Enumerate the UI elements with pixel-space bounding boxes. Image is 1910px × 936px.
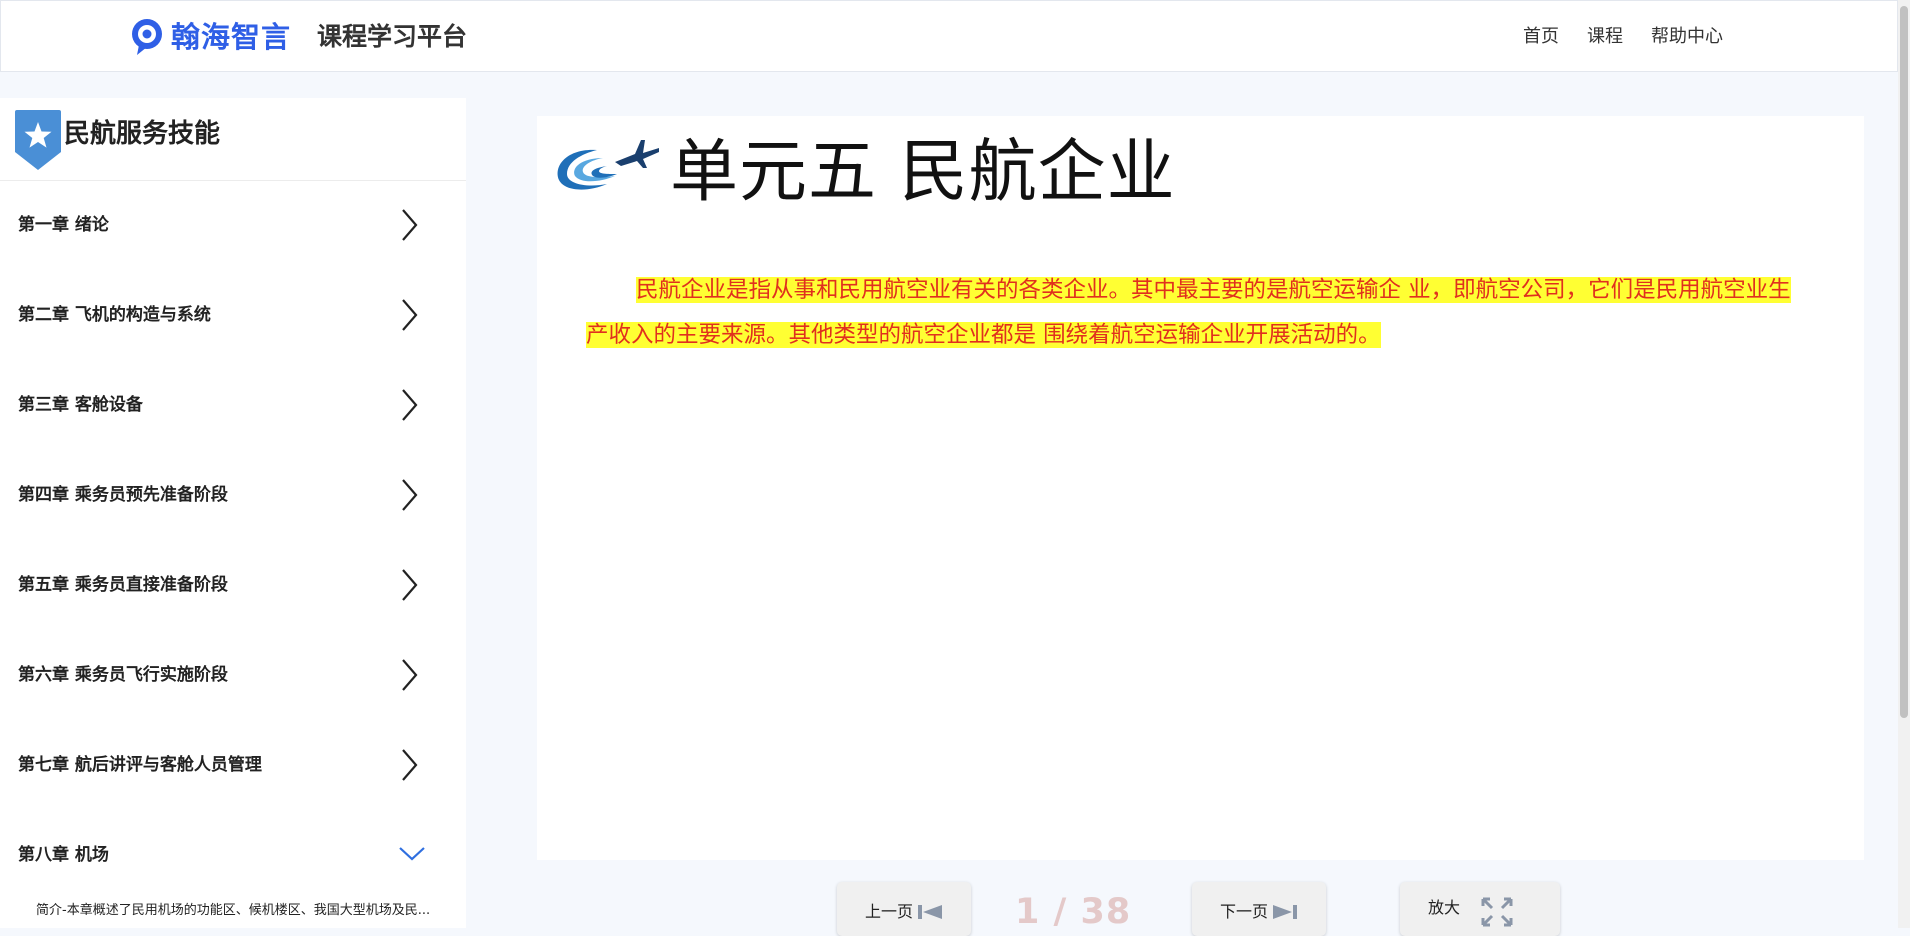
chapter-intro-item[interactable]: 简介-本章概述了民用机场的功能区、候机楼区、我国大型机场及民... [36,902,456,920]
page-scrollbar-thumb[interactable] [1900,6,1908,718]
skip-forward-icon [1273,905,1297,919]
expand-icon [1481,897,1513,927]
chapter-label: 第六章 乘务员飞行实施阶段 [18,665,228,685]
chevron-right-icon [402,299,418,331]
prev-page-label: 上一页 [865,902,914,921]
skip-back-icon [918,905,942,919]
next-page-label: 下一页 [1220,902,1269,921]
chapter-item-7[interactable]: 第七章 航后讲评与客舱人员管理 [0,720,466,810]
chapter-label: 第二章 飞机的构造与系统 [18,305,211,325]
chevron-right-icon [402,209,418,241]
chapter-item-3[interactable]: 第三章 客舱设备 [0,360,466,450]
course-title: 民航服务技能 [64,119,221,149]
chevron-right-icon [402,569,418,601]
top-header: 翰海智言 课程学习平台 首页 课程 帮助中心 [0,0,1898,72]
course-header: 民航服务技能 [0,98,466,181]
document-paragraph: 民航企业是指从事和民用航空业有关的各类企业。其中最主要的是航空运输企 业，即航空… [586,268,1796,358]
chapter-label: 第五章 乘务员直接准备阶段 [18,575,228,595]
chevron-right-icon [402,659,418,691]
chevron-down-icon [399,847,425,861]
chapter-item-4[interactable]: 第四章 乘务员预先准备阶段 [0,450,466,540]
chevron-right-icon [402,749,418,781]
nav-courses-link[interactable]: 课程 [1587,25,1623,49]
zoom-label: 放大 [1428,898,1461,917]
nav-home-link[interactable]: 首页 [1523,25,1559,49]
chapter-item-5[interactable]: 第五章 乘务员直接准备阶段 [0,540,466,630]
page-indicator: 1 / 38 [1015,892,1132,932]
chapter-label: 第一章 绪论 [18,215,109,235]
chevron-right-icon [402,479,418,511]
chevron-right-icon [402,389,418,421]
chapter-label: 第四章 乘务员预先准备阶段 [18,485,228,505]
brand-logo-icon[interactable] [129,17,165,57]
chapter-label: 第七章 航后讲评与客舱人员管理 [18,755,262,775]
brand-name[interactable]: 翰海智言 [171,17,291,57]
platform-name: 课程学习平台 [317,22,468,51]
airplane-swoosh-icon [557,140,659,190]
chapter-sidebar: 民航服务技能 第一章 绪论 第二章 飞机的构造与系统 第三章 客舱设备 第四章 … [0,98,466,928]
chapter-item-1[interactable]: 第一章 绪论 [0,180,466,270]
star-badge-icon [15,110,61,170]
chapter-item-6[interactable]: 第六章 乘务员飞行实施阶段 [0,630,466,720]
chapter-label: 第三章 客舱设备 [18,395,143,415]
chapter-label: 第八章 机场 [18,845,109,865]
document-title: 单元五 民航企业 [670,133,1176,212]
document-viewer: 单元五 民航企业 民航企业是指从事和民用航空业有关的各类企业。其中最主要的是航空… [537,116,1864,860]
highlighted-text: 民航企业是指从事和民用航空业有关的各类企业。其中最主要的是航空运输企 业，即航空… [586,277,1791,348]
chapter-item-8-expanded[interactable]: 第八章 机场 [0,810,466,900]
nav-help-center-link[interactable]: 帮助中心 [1651,25,1723,49]
chapter-item-2[interactable]: 第二章 飞机的构造与系统 [0,270,466,360]
